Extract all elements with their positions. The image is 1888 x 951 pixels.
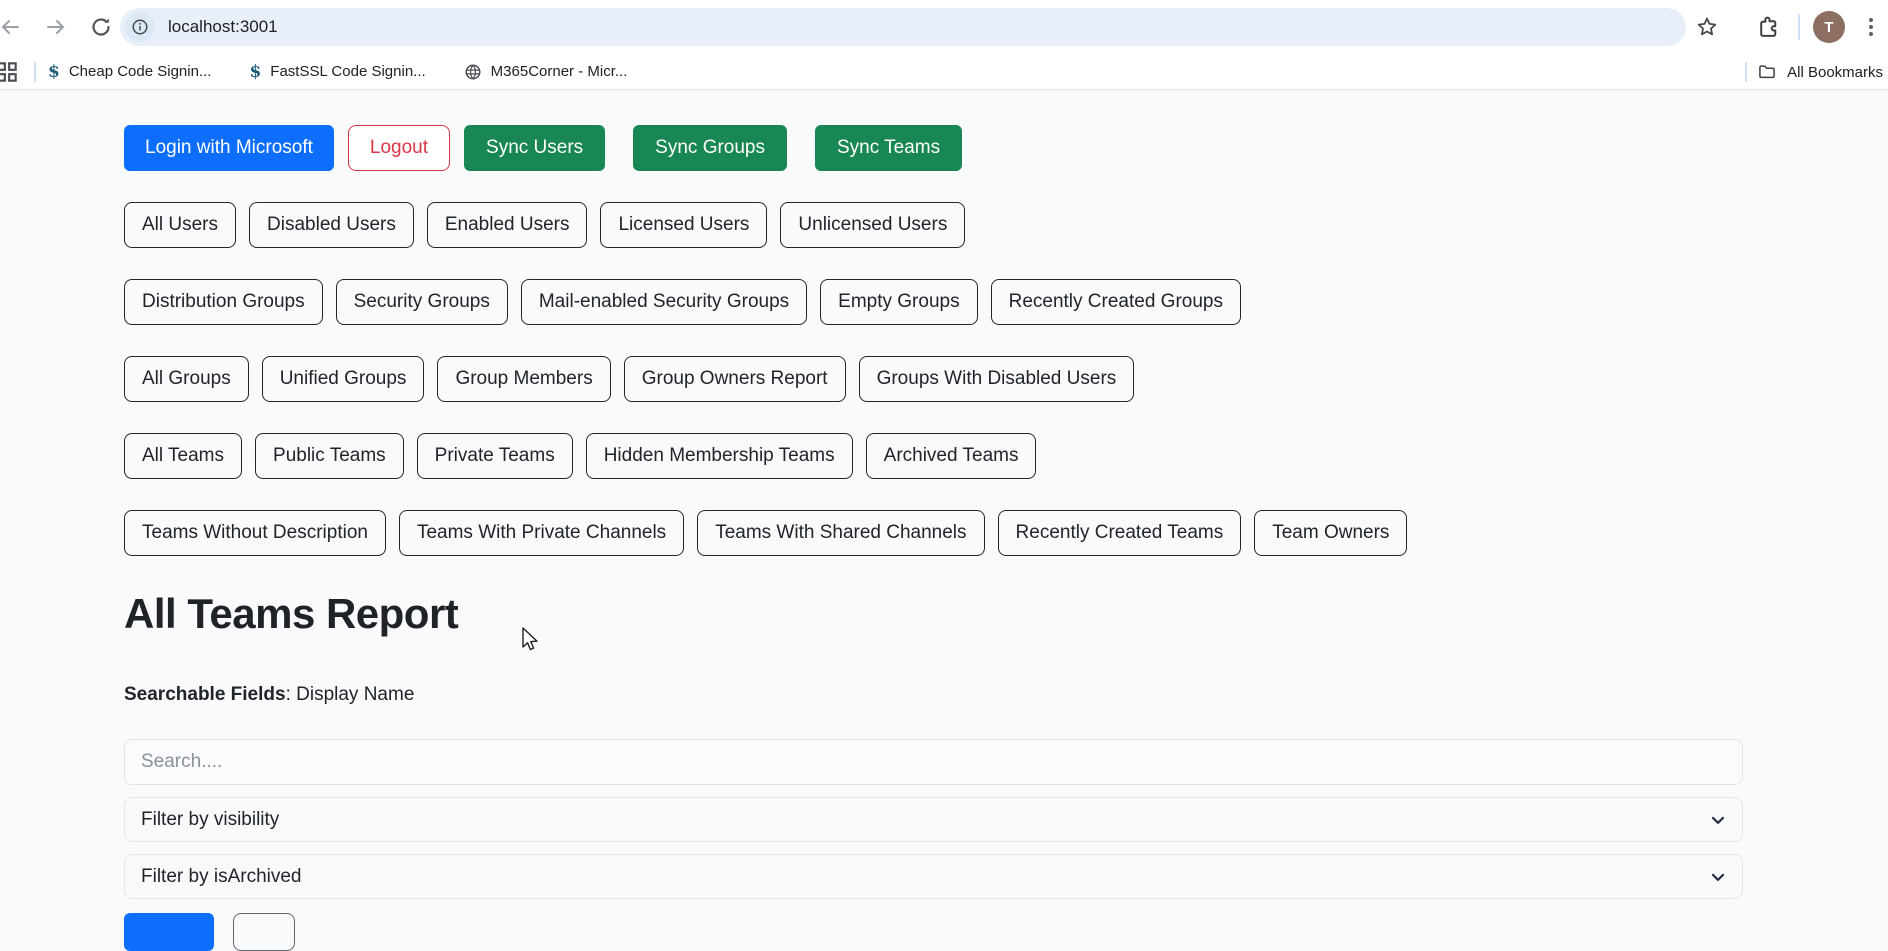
bookmark-item[interactable]: M365Corner - Micr...	[464, 63, 628, 81]
empty-groups-button[interactable]: Empty Groups	[820, 279, 977, 325]
bookmark-star-icon[interactable]	[1695, 15, 1719, 39]
group-reports-row-2: All Groups Unified Groups Group Members …	[124, 356, 1743, 402]
profile-avatar[interactable]: T	[1813, 11, 1845, 43]
unlicensed-users-button[interactable]: Unlicensed Users	[780, 202, 965, 248]
groups-with-disabled-users-button[interactable]: Groups With Disabled Users	[859, 356, 1135, 402]
folder-icon	[1757, 62, 1777, 82]
teams-without-description-button[interactable]: Teams Without Description	[124, 510, 386, 556]
partial-primary-button[interactable]	[124, 913, 214, 951]
all-users-button[interactable]: All Users	[124, 202, 236, 248]
browser-toolbar: localhost:3001 T	[0, 0, 1888, 54]
all-teams-button[interactable]: All Teams	[124, 433, 242, 479]
bookmarks-bar: $ Cheap Code Signin... $ FastSSL Code Si…	[0, 54, 1888, 90]
recently-created-groups-button[interactable]: Recently Created Groups	[991, 279, 1241, 325]
recently-created-teams-button[interactable]: Recently Created Teams	[998, 510, 1242, 556]
reload-icon[interactable]	[89, 15, 113, 39]
dollar-icon: $	[48, 62, 60, 82]
group-members-button[interactable]: Group Members	[437, 356, 610, 402]
chevron-down-icon	[1708, 810, 1728, 830]
bookmark-item[interactable]: $ Cheap Code Signin...	[48, 62, 211, 82]
disabled-users-button[interactable]: Disabled Users	[249, 202, 414, 248]
hidden-membership-teams-button[interactable]: Hidden Membership Teams	[586, 433, 853, 479]
site-info-icon[interactable]	[125, 12, 155, 42]
team-reports-row-1: All Teams Public Teams Private Teams Hid…	[124, 433, 1743, 479]
apps-grid-icon[interactable]	[0, 59, 20, 85]
security-groups-button[interactable]: Security Groups	[336, 279, 508, 325]
distribution-groups-button[interactable]: Distribution Groups	[124, 279, 323, 325]
extensions-icon[interactable]	[1756, 15, 1781, 40]
address-bar[interactable]: localhost:3001	[120, 8, 1686, 46]
partial-outline-button[interactable]	[233, 913, 295, 951]
bookmarks-separator	[34, 62, 36, 82]
page-title: All Teams Report	[124, 590, 1743, 638]
licensed-users-button[interactable]: Licensed Users	[600, 202, 767, 248]
sync-users-button[interactable]: Sync Users	[464, 125, 605, 171]
searchable-fields-value: : Display Name	[286, 684, 415, 705]
mail-enabled-security-groups-button[interactable]: Mail-enabled Security Groups	[521, 279, 807, 325]
all-groups-button[interactable]: All Groups	[124, 356, 249, 402]
filter-visibility-label: Filter by visibility	[141, 809, 279, 831]
login-with-microsoft-button[interactable]: Login with Microsoft	[124, 125, 334, 171]
public-teams-button[interactable]: Public Teams	[255, 433, 404, 479]
chevron-down-icon	[1708, 867, 1728, 887]
logout-button[interactable]: Logout	[348, 125, 450, 171]
teams-with-shared-channels-button[interactable]: Teams With Shared Channels	[697, 510, 984, 556]
enabled-users-button[interactable]: Enabled Users	[427, 202, 588, 248]
all-bookmarks[interactable]: All Bookmarks	[1735, 54, 1883, 90]
browser-menu-icon[interactable]	[1869, 15, 1873, 39]
bottom-button-row	[124, 913, 1743, 951]
search-input[interactable]	[124, 739, 1743, 785]
team-reports-row-2: Teams Without Description Teams With Pri…	[124, 510, 1743, 556]
globe-icon	[464, 63, 482, 81]
private-teams-button[interactable]: Private Teams	[417, 433, 573, 479]
back-icon[interactable]	[0, 15, 22, 39]
searchable-fields-label: Searchable Fields	[124, 684, 286, 705]
group-owners-report-button[interactable]: Group Owners Report	[624, 356, 846, 402]
group-reports-row-1: Distribution Groups Security Groups Mail…	[124, 279, 1743, 325]
team-owners-button[interactable]: Team Owners	[1254, 510, 1407, 556]
action-button-row: Login with Microsoft Logout Sync Users S…	[124, 125, 1743, 171]
bookmark-item[interactable]: $ FastSSL Code Signin...	[249, 62, 425, 82]
filter-isarchived-label: Filter by isArchived	[141, 866, 302, 888]
filter-isarchived-select[interactable]: Filter by isArchived	[124, 854, 1743, 899]
unified-groups-button[interactable]: Unified Groups	[262, 356, 425, 402]
forward-icon[interactable]	[44, 15, 68, 39]
sync-teams-button[interactable]: Sync Teams	[815, 125, 962, 171]
user-reports-row: All Users Disabled Users Enabled Users L…	[124, 202, 1743, 248]
toolbar-separator	[1798, 14, 1800, 40]
url-text[interactable]: localhost:3001	[168, 17, 278, 37]
page-content: Login with Microsoft Logout Sync Users S…	[0, 125, 1888, 951]
teams-with-private-channels-button[interactable]: Teams With Private Channels	[399, 510, 684, 556]
archived-teams-button[interactable]: Archived Teams	[866, 433, 1037, 479]
dollar-icon: $	[249, 62, 261, 82]
sync-groups-button[interactable]: Sync Groups	[633, 125, 787, 171]
bookmarks-separator	[1745, 62, 1747, 82]
filter-visibility-select[interactable]: Filter by visibility	[124, 797, 1743, 842]
searchable-fields-text: Searchable Fields: Display Name	[124, 684, 1743, 706]
